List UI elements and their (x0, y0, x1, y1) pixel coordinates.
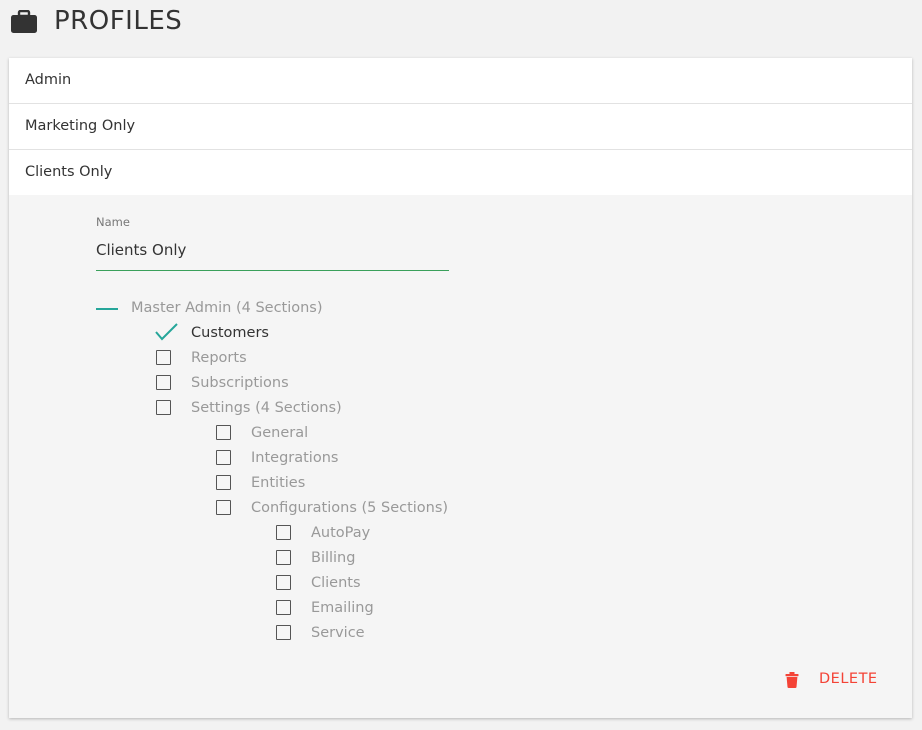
profile-row-clients-only[interactable]: Clients Only (9, 150, 912, 195)
tree-label: AutoPay (311, 525, 371, 541)
checkbox-configurations[interactable] (216, 500, 231, 515)
tree-label: Entities (251, 475, 306, 491)
page-header: PROFILES (0, 0, 922, 50)
profile-name-input[interactable] (96, 230, 449, 271)
checkbox-integrations[interactable] (216, 450, 231, 465)
tree-label: Master Admin (4 Sections) (131, 300, 323, 316)
checkbox-billing[interactable] (276, 550, 291, 565)
tree-label: Reports (191, 350, 247, 366)
checkbox-entities[interactable] (216, 475, 231, 490)
checkbox-clients[interactable] (276, 575, 291, 590)
tree-label: General (251, 425, 309, 441)
delete-label: DELETE (819, 671, 878, 687)
tree-label: Integrations (251, 450, 339, 466)
profile-row-marketing-only[interactable]: Marketing Only (9, 104, 912, 150)
tree-label: Emailing (311, 600, 374, 616)
checkbox-general[interactable] (216, 425, 231, 440)
briefcase-icon (11, 10, 37, 33)
profiles-card: Admin Marketing Only Clients Only Name M… (9, 58, 912, 718)
indeterminate-checkbox[interactable] (96, 308, 118, 310)
trash-icon (785, 672, 799, 688)
tree-label: Customers (191, 325, 269, 341)
checkbox-autopay[interactable] (276, 525, 291, 540)
profile-label: Marketing Only (25, 118, 136, 134)
page-title: PROFILES (54, 6, 183, 36)
tree-label: Service (311, 625, 365, 641)
profile-label: Clients Only (25, 164, 113, 180)
profile-label: Admin (25, 72, 72, 88)
checkbox-reports[interactable] (156, 350, 171, 365)
checkbox-settings[interactable] (156, 400, 171, 415)
tree-label: Subscriptions (191, 375, 289, 391)
checkbox-emailing[interactable] (276, 600, 291, 615)
tree-label: Settings (4 Sections) (191, 400, 342, 416)
tree-label: Clients (311, 575, 361, 591)
check-icon[interactable] (154, 322, 180, 342)
checkbox-service[interactable] (276, 625, 291, 640)
tree-label: Configurations (5 Sections) (251, 500, 449, 516)
name-field-label: Name (96, 215, 130, 229)
checkbox-subscriptions[interactable] (156, 375, 171, 390)
tree-label: Billing (311, 550, 356, 566)
profile-row-admin[interactable]: Admin (9, 58, 912, 104)
